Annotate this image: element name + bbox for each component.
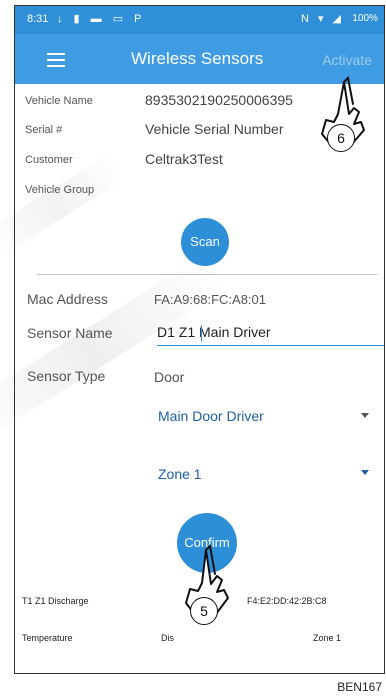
zone-select[interactable]: Zone 1 — [158, 466, 202, 482]
mac-address-value: FA:A9:68:FC:A8:01 — [154, 292, 267, 307]
customer-value: Celtrak3Test — [145, 151, 223, 167]
sensor-type-value: Door — [154, 369, 185, 385]
sensor-list-type: Temperature — [22, 633, 73, 643]
chevron-down-icon[interactable] — [361, 413, 369, 418]
vehicle-group-label: Vehicle Group — [25, 184, 95, 196]
vehicle-name-label: Vehicle Name — [25, 95, 93, 107]
serial-label: Serial # — [25, 124, 63, 136]
pointing-hand-icon — [185, 543, 229, 617]
page-title: Wireless Sensors — [131, 49, 264, 68]
activate-button[interactable]: Activate — [322, 52, 372, 68]
hamburger-icon[interactable] — [47, 53, 65, 67]
scan-button[interactable]: Scan — [181, 218, 229, 266]
door-position-select[interactable]: Main Door Driver — [158, 408, 264, 424]
notification-icons: ↓ ▮ ▬ ▭ P — [57, 13, 146, 25]
mac-address-label: Mac Address — [27, 291, 108, 307]
sensor-list-name: T1 Z1 Discharge — [22, 596, 89, 606]
status-bar: 8:31 ↓ ▮ ▬ ▭ P N ▾ ◢ 100% — [15, 6, 384, 34]
input-underline — [157, 345, 384, 346]
text-caret — [201, 325, 202, 341]
sensor-list-zone: Zone 1 — [313, 633, 342, 643]
sensor-name-input[interactable]: D1 Z1 Main Driver — [157, 324, 271, 340]
customer-label: Customer — [25, 154, 73, 166]
status-time: 8:31 — [27, 13, 49, 25]
callout-6-badge: 6 — [327, 124, 355, 152]
divider — [37, 274, 377, 275]
signal-icons: N ▾ ◢ — [300, 13, 344, 25]
callout-5-badge: 5 — [190, 597, 218, 625]
vehicle-name-value: 8935302190250006395 — [145, 92, 293, 108]
battery-level: 100% — [352, 13, 378, 24]
serial-value: Vehicle Serial Number — [145, 121, 284, 137]
sensor-type-label: Sensor Type — [27, 368, 106, 384]
chevron-down-icon[interactable] — [361, 470, 369, 475]
sensor-list-truncated: Dis — [161, 633, 174, 643]
sensor-name-label: Sensor Name — [27, 325, 113, 341]
document-code: BEN167 — [337, 680, 382, 694]
